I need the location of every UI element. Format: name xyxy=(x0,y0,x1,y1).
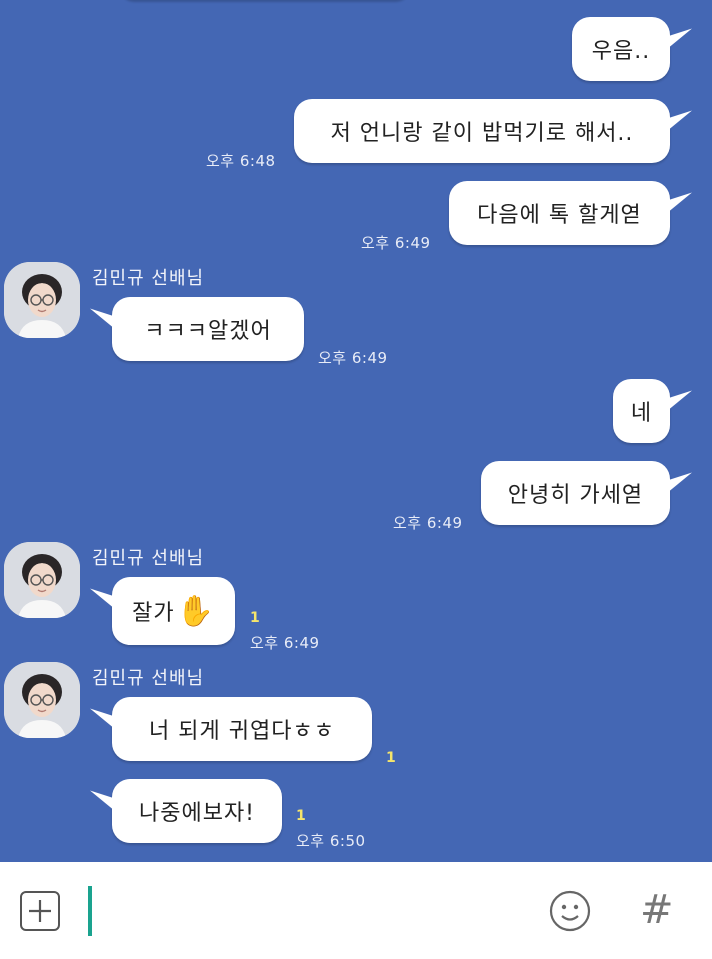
sender-name: 김민규 선배님 xyxy=(92,548,205,569)
avatar[interactable] xyxy=(4,262,80,338)
message-time: 오후 6:49 xyxy=(318,349,388,367)
message-input[interactable] xyxy=(80,880,520,942)
message-bubble-sent[interactable]: 다음에 톡 할게엳 xyxy=(449,181,670,245)
message-text: 우음.. xyxy=(591,39,651,64)
profile-photo-icon xyxy=(4,262,80,338)
message-time: 오후 6:49 xyxy=(393,514,463,532)
message-time: 오후 6:50 xyxy=(296,832,366,850)
message-text: 저 언니랑 같이 밥먹기로 해서.. xyxy=(330,121,634,146)
message-bubble-sent[interactable]: 안녕히 가세엳 xyxy=(481,461,670,525)
message-text: 네 xyxy=(630,401,653,426)
message-bubble-received[interactable]: 잘가 ✋ xyxy=(112,577,235,645)
profile-photo-icon xyxy=(4,662,80,738)
message-bubble-received[interactable]: 너 되게 귀엽다ㅎㅎ xyxy=(112,697,372,761)
message-text: 나중에보자! xyxy=(138,801,256,826)
message-time: 오후 6:48 xyxy=(206,152,276,170)
message-text: 잘가 xyxy=(132,601,175,626)
sender-name: 김민규 선배님 xyxy=(92,668,205,689)
sender-name: 김민규 선배님 xyxy=(92,268,205,289)
message-bubble-received[interactable]: ㅋㅋㅋ알겠어 xyxy=(112,297,304,361)
message-time: 오후 6:49 xyxy=(250,634,320,652)
message-bubble-sent[interactable]: 우음.. xyxy=(572,17,670,81)
unread-count: 1 xyxy=(296,808,306,824)
smiley-icon[interactable] xyxy=(548,889,592,933)
unread-count: 1 xyxy=(250,610,260,626)
message-text: 너 되게 귀엽다ㅎㅎ xyxy=(149,719,335,744)
message-text: 다음에 톡 할게엳 xyxy=(477,203,642,228)
message-bubble-sent[interactable]: 네 xyxy=(613,379,670,443)
chat-area[interactable]: 우음.. 저 언니랑 같이 밥먹기로 해서.. 오후 6:48 다음에 톡 할게… xyxy=(0,0,712,862)
message-input-bar: # xyxy=(0,862,712,959)
avatar[interactable] xyxy=(4,542,80,618)
waving-hand-emoji: ✋ xyxy=(176,593,215,629)
message-bubble-received[interactable]: 나중에보자! xyxy=(112,779,282,843)
hashtag-search-button[interactable]: # xyxy=(640,890,674,930)
message-time: 오후 6:49 xyxy=(361,234,431,252)
text-caret xyxy=(88,886,92,936)
unread-count: 1 xyxy=(386,750,396,766)
profile-photo-icon xyxy=(4,542,80,618)
message-text: 안녕히 가세엳 xyxy=(507,483,644,508)
plus-box-icon[interactable] xyxy=(20,891,60,931)
message-bubble-sent[interactable]: 저 언니랑 같이 밥먹기로 해서.. xyxy=(294,99,670,163)
avatar[interactable] xyxy=(4,662,80,738)
message-text: ㅋㅋㅋ알겠어 xyxy=(144,319,272,344)
